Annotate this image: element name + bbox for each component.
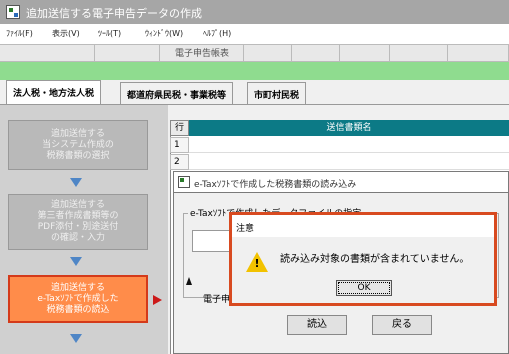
step-load-etax[interactable]: 追加送信する e-Taxｿﾌﾄで作成した 税務書類の読込: [8, 275, 148, 323]
status-band: [0, 62, 509, 80]
down-arrow-icon: [70, 334, 82, 343]
toolbar-cell[interactable]: [448, 44, 509, 61]
warning-exclamation-icon: !: [254, 257, 260, 270]
row-number: 2: [170, 154, 189, 170]
toolbar-cell[interactable]: [390, 44, 448, 61]
toolbar-cell[interactable]: [0, 44, 95, 61]
menu-help[interactable]: ﾍﾙﾌﾟ(H): [203, 28, 231, 39]
menu-window[interactable]: ｳｨﾝﾄﾞｳ(W): [145, 28, 183, 39]
alert-titlebar: [232, 215, 494, 237]
down-arrow-icon: [70, 257, 82, 266]
step-attach-pdf[interactable]: 追加送信する 第三者作成書類等の PDF添付・別途送付 の確認・入力: [8, 194, 148, 250]
table-row[interactable]: [189, 154, 509, 170]
window-title: 追加送信する電子申告データの作成: [26, 7, 202, 20]
grid-header-document-name: 送信書類名: [189, 120, 509, 136]
file-path-field[interactable]: [192, 230, 232, 252]
step-select-forms[interactable]: 追加送信する 当システム作成の 税務書類の選択: [8, 120, 148, 170]
pin-icon: [186, 277, 192, 287]
down-arrow-icon: [70, 178, 82, 187]
load-button[interactable]: 読込: [287, 315, 347, 335]
alert-message: 読み込み対象の書類が含まれていません。: [280, 254, 470, 265]
form-list-label[interactable]: 電子申告帳表: [160, 46, 244, 60]
toolbar-cell[interactable]: [244, 44, 292, 61]
current-step-arrow-icon: [153, 295, 162, 305]
tab-prefectural-tax[interactable]: 都道府県民税・事業税等: [120, 82, 234, 104]
grid-header-row-number: 行: [170, 120, 189, 136]
menu-file[interactable]: ﾌｧｲﾙ(F): [6, 28, 33, 39]
toolbar-cell[interactable]: [95, 44, 160, 61]
toolbar-cell[interactable]: [292, 44, 340, 61]
row-number: 1: [170, 137, 189, 153]
menu-tools[interactable]: ﾂｰﾙ(T): [98, 28, 121, 39]
menu-view[interactable]: 表示(V): [52, 28, 80, 39]
tab-corporate-tax[interactable]: 法人税・地方法人税: [6, 80, 102, 104]
table-row[interactable]: [189, 137, 509, 153]
back-button[interactable]: 戻る: [372, 315, 432, 335]
toolbar-cell[interactable]: [340, 44, 390, 61]
load-dialog-title: e-Taxｿﾌﾄで作成した税務書類の読み込み: [194, 180, 357, 190]
alert-title: 注意: [236, 224, 255, 234]
electronic-label: 電子申: [203, 295, 231, 305]
step-label: 追加送信する 第三者作成書類等の PDF添付・別途送付 の確認・入力: [37, 200, 119, 243]
step-label: 追加送信する e-Taxｿﾌﾄで作成した 税務書類の読込: [37, 282, 119, 315]
ok-button[interactable]: OK: [336, 280, 392, 296]
step-label: 追加送信する 当システム作成の 税務書類の選択: [42, 128, 114, 161]
tab-municipal-tax[interactable]: 市町村民税: [247, 82, 307, 104]
app-icon: [6, 5, 20, 19]
dialog-app-icon: [178, 176, 190, 188]
